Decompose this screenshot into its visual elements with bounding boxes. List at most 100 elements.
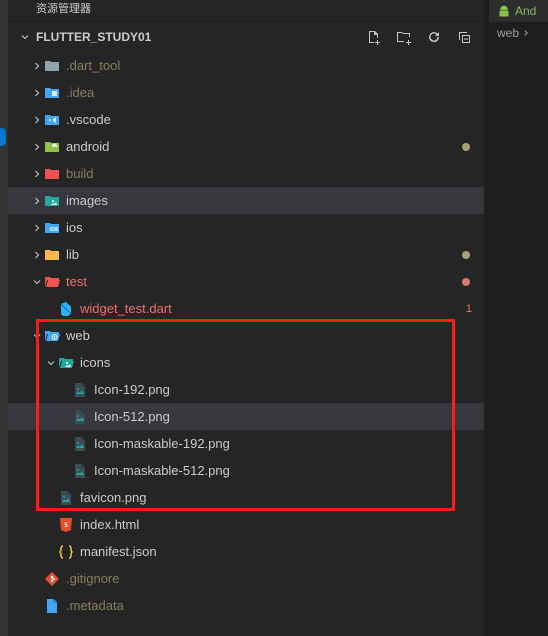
breadcrumb-item: web [497, 26, 519, 40]
folder-icon [58, 355, 74, 371]
chevron-right-icon[interactable] [30, 248, 44, 262]
folder-icon [44, 85, 60, 101]
explorer-title: 资源管理器 [36, 0, 91, 16]
item-label: Icon-maskable-192.png [94, 436, 484, 451]
item-label: favicon.png [80, 490, 484, 505]
project-header[interactable]: FLUTTER_STUDY01 [8, 22, 484, 52]
folder-row[interactable]: build [8, 160, 484, 187]
file-row[interactable]: Icon-512.png [8, 403, 484, 430]
item-label: ios [66, 220, 484, 235]
chevron-right-icon[interactable] [30, 194, 44, 208]
file-row[interactable]: .metadata [8, 592, 484, 619]
folder-row[interactable]: android [8, 133, 484, 160]
refresh-icon[interactable] [426, 29, 442, 45]
activity-indicator [0, 128, 6, 146]
item-label: widget_test.dart [80, 301, 466, 316]
file-icon [58, 490, 74, 506]
android-icon [497, 4, 511, 18]
folder-icon: iOS [44, 220, 60, 236]
file-icon [72, 463, 88, 479]
modified-dot-icon [462, 143, 470, 151]
item-label: .dart_tool [66, 58, 484, 73]
item-label: .vscode [66, 112, 484, 127]
item-label: manifest.json [80, 544, 484, 559]
file-row[interactable]: widget_test.dart1 [8, 295, 484, 322]
folder-icon [44, 274, 60, 290]
item-label: Icon-maskable-512.png [94, 463, 484, 478]
chevron-down-icon[interactable] [44, 356, 58, 370]
chevron-down-icon [18, 30, 32, 44]
folder-row[interactable]: .vscode [8, 106, 484, 133]
folder-row[interactable]: iOS ios [8, 214, 484, 241]
item-label: web [66, 328, 484, 343]
file-row[interactable]: favicon.png [8, 484, 484, 511]
file-row[interactable]: Icon-192.png [8, 376, 484, 403]
project-name: FLUTTER_STUDY01 [36, 30, 151, 44]
error-dot-icon [462, 278, 470, 286]
file-icon [58, 301, 74, 317]
folder-icon [44, 193, 60, 209]
item-label: android [66, 139, 462, 154]
item-label: lib [66, 247, 462, 262]
file-icon [44, 571, 60, 587]
item-label: .idea [66, 85, 484, 100]
folder-row[interactable]: images [8, 187, 484, 214]
folder-row[interactable]: .dart_tool [8, 52, 484, 79]
chevron-down-icon[interactable] [30, 329, 44, 343]
folder-icon [44, 112, 60, 128]
activity-bar [0, 0, 8, 636]
explorer-title-bar: 资源管理器 [8, 0, 484, 22]
folder-icon [44, 247, 60, 263]
file-icon: 5 [58, 517, 74, 533]
editor-area: And web [488, 0, 548, 52]
file-icon [58, 544, 74, 560]
chevron-right-icon[interactable] [30, 113, 44, 127]
file-row[interactable]: .gitignore [8, 565, 484, 592]
modified-dot-icon [462, 251, 470, 259]
folder-icon [44, 166, 60, 182]
file-icon [44, 598, 60, 614]
new-folder-icon[interactable] [396, 29, 412, 45]
folder-icon [44, 58, 60, 74]
folder-icon [44, 328, 60, 344]
file-row[interactable]: 5 index.html [8, 511, 484, 538]
chevron-right-icon[interactable] [30, 221, 44, 235]
item-label: icons [80, 355, 484, 370]
folder-icon [44, 139, 60, 155]
file-tree: .dart_tool .idea .vscode android build images… [8, 52, 484, 636]
item-label: images [66, 193, 484, 208]
chevron-right-icon[interactable] [30, 59, 44, 73]
chevron-right-icon[interactable] [30, 167, 44, 181]
folder-row[interactable]: web [8, 322, 484, 349]
new-file-icon[interactable] [366, 29, 382, 45]
error-count-badge: 1 [466, 303, 484, 315]
header-actions [366, 29, 476, 45]
chevron-down-icon[interactable] [30, 275, 44, 289]
folder-row[interactable]: icons [8, 349, 484, 376]
svg-text:iOS: iOS [50, 227, 59, 233]
chevron-right-icon[interactable] [30, 86, 44, 100]
chevron-right-icon[interactable] [30, 140, 44, 154]
item-label: .gitignore [66, 571, 484, 586]
editor-tab[interactable]: And [489, 0, 548, 22]
file-row[interactable]: Icon-maskable-192.png [8, 430, 484, 457]
file-icon [72, 382, 88, 398]
item-label: Icon-512.png [94, 409, 484, 424]
folder-row[interactable]: lib [8, 241, 484, 268]
item-label: build [66, 166, 484, 181]
file-row[interactable]: manifest.json [8, 538, 484, 565]
item-label: test [66, 274, 462, 289]
folder-row[interactable]: .idea [8, 79, 484, 106]
chevron-right-icon [521, 28, 531, 38]
item-label: .metadata [66, 598, 484, 613]
collapse-all-icon[interactable] [456, 29, 472, 45]
file-icon [72, 436, 88, 452]
item-label: Icon-192.png [94, 382, 484, 397]
item-label: index.html [80, 517, 484, 532]
explorer-panel: 资源管理器 FLUTTER_STUDY01 .dart_tool .idea .vs… [8, 0, 484, 636]
folder-row[interactable]: test [8, 268, 484, 295]
breadcrumb[interactable]: web [489, 22, 548, 44]
tab-label: And [515, 4, 536, 18]
file-icon [72, 409, 88, 425]
file-row[interactable]: Icon-maskable-512.png [8, 457, 484, 484]
